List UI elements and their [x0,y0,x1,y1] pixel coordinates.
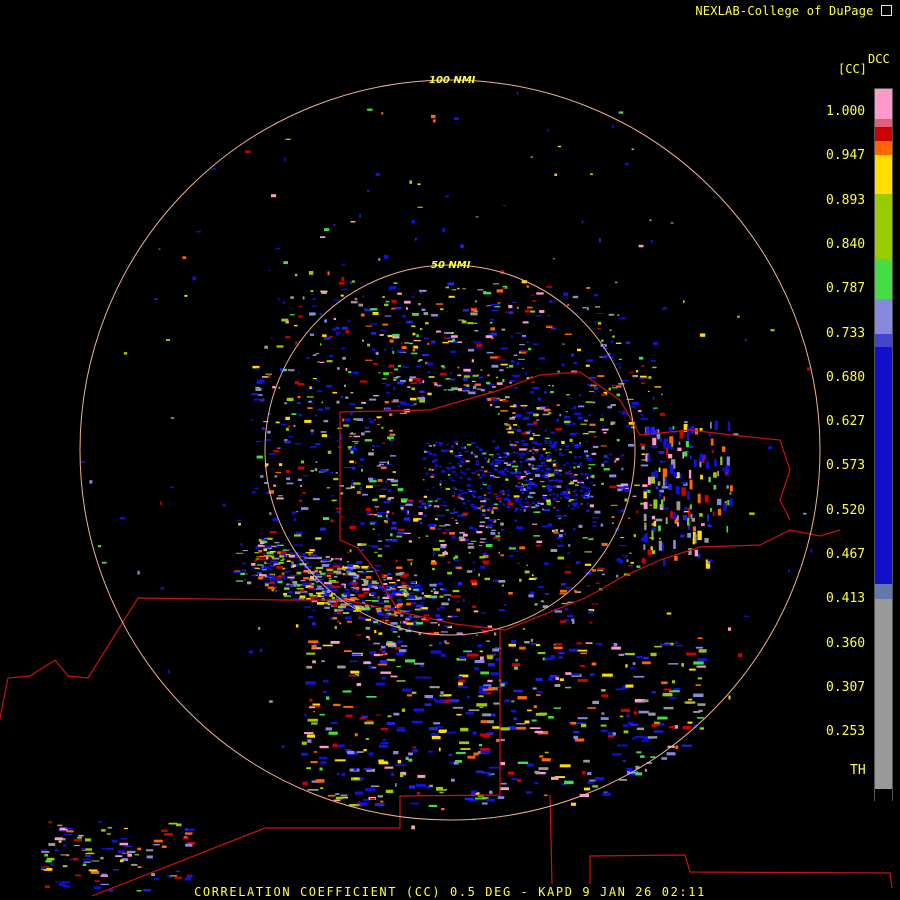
color-scale-label: 0.253 [826,724,866,740]
color-scale [874,88,893,802]
color-scale-segment [875,584,892,599]
color-scale-segment [875,789,892,802]
color-scale-label: 0.680 [826,369,866,385]
color-scale-label: 0.787 [826,281,866,297]
product-caption: CORRELATION COEFFICIENT (CC) 0.5 DEG - K… [194,885,706,899]
radar-display: 100 NMI 50 NMI [0,0,900,900]
color-scale-segment [875,89,892,119]
color-scale-label: 0.360 [826,635,866,651]
color-scale-segment [875,299,892,334]
color-scale-label: 0.627 [826,414,866,430]
color-scale-label: 0.413 [826,591,866,607]
credit-label: NEXLAB-College of DuPage [695,4,892,18]
color-scale-segment [875,155,892,194]
color-scale-segment [875,194,892,259]
ring-label-100-nmi: 100 NMI [429,75,476,86]
color-scale-segment [875,259,892,299]
color-scale-segment [875,119,892,127]
color-scale-segment [875,334,892,347]
color-scale-segment [875,141,892,155]
product-unit: [CC] [838,62,867,76]
product-code: DCC [868,52,890,66]
color-scale-segment [875,599,892,789]
ring-label-50-nmi: 50 NMI [431,260,471,271]
color-scale-label: 0.573 [826,458,866,474]
color-scale-label: 1.000 [826,104,866,119]
color-scale-label: 0.520 [826,502,866,518]
color-scale-label: 0.733 [826,325,866,341]
color-scale-label: 0.893 [826,192,866,208]
external-link-icon[interactable] [881,5,892,16]
color-scale-segment [875,127,892,141]
color-scale-label: TH [850,762,866,778]
color-scale-label: 0.307 [826,679,866,695]
color-scale-segment [875,347,892,584]
color-scale-label: 0.947 [826,148,866,164]
color-scale-label: 0.467 [826,547,866,562]
color-scale-label: 0.840 [826,236,866,252]
